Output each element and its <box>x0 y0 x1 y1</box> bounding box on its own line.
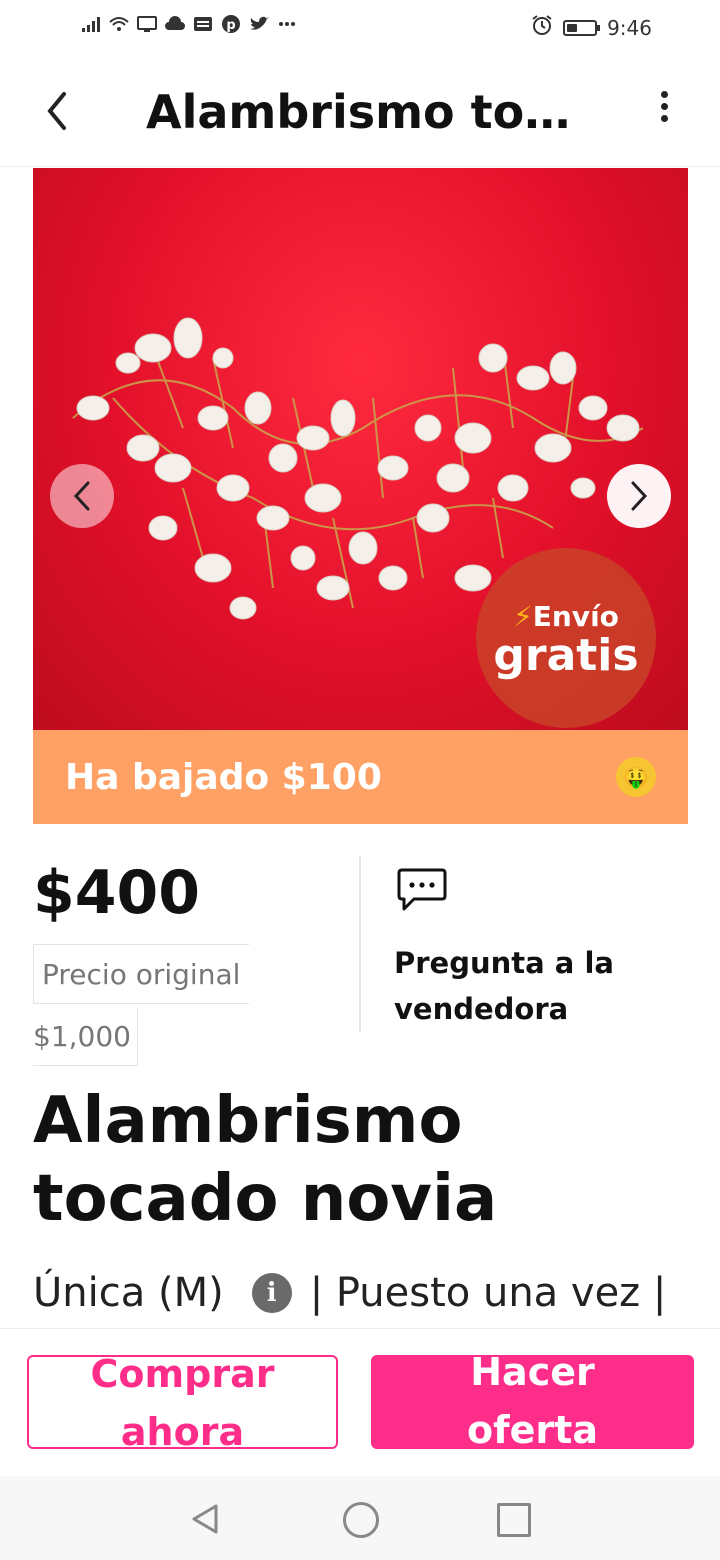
info-icon[interactable]: i <box>251 1273 292 1313</box>
pinterest-icon: p <box>220 14 242 34</box>
wifi-icon <box>108 14 130 34</box>
system-nav-bar <box>0 1476 720 1560</box>
twitter-icon <box>248 14 270 34</box>
status-icons-right: 9:46 <box>531 14 652 41</box>
buy-now-label-1: Comprar <box>90 1355 275 1396</box>
price-drop-text: Ha bajado $100 <box>65 756 382 798</box>
status-bar: p 9:46 <box>0 0 720 56</box>
screen-cast-icon <box>136 14 158 34</box>
cloud-icon <box>164 14 186 34</box>
size-label: Única (M) <box>33 1270 224 1316</box>
free-shipping-line1: Envío <box>532 600 619 633</box>
more-vert-icon <box>660 91 668 98</box>
free-shipping-badge: ⚡Envío gratis <box>476 548 656 728</box>
free-shipping-line2: gratis <box>493 630 639 681</box>
chat-bubble-icon[interactable] <box>396 866 448 914</box>
original-price-label: Precio original <box>33 944 249 1004</box>
nav-home-icon[interactable] <box>343 1502 379 1538</box>
overflow-menu-button[interactable] <box>646 86 682 136</box>
make-offer-button[interactable]: Hacer oferta <box>371 1355 694 1449</box>
lightning-icon: ⚡ <box>513 600 533 633</box>
nav-recents-icon[interactable] <box>497 1503 531 1537</box>
buy-now-button[interactable]: Comprar ahora <box>27 1355 338 1449</box>
more-dots-icon <box>276 14 298 34</box>
status-icons-left: p <box>80 14 298 34</box>
image-next-button[interactable] <box>607 464 671 528</box>
battery-icon <box>563 19 601 36</box>
news-icon <box>192 14 214 34</box>
make-offer-label-1: Hacer <box>470 1355 595 1394</box>
product-image[interactable]: ⚡Envío gratis <box>33 168 688 730</box>
back-button[interactable] <box>38 86 78 136</box>
product-details-line: Única (M) i | Puesto una vez | <box>33 1266 720 1320</box>
chevron-left-icon <box>47 92 66 130</box>
chevron-right-icon <box>631 481 648 511</box>
signal-icon <box>80 14 102 34</box>
buy-now-label-2: ahora <box>120 1410 245 1449</box>
nav-back-icon[interactable] <box>188 1502 222 1536</box>
money-face-emoji: 🤑 <box>616 757 656 797</box>
app-bar-title: Alambrismo tocado novia <box>146 85 586 139</box>
condition-label: | Puesto una vez | <box>309 1270 667 1316</box>
make-offer-label-2: oferta <box>467 1408 598 1449</box>
action-bar: Comprar ahora Hacer oferta <box>0 1328 720 1477</box>
original-price-value: $1,000 <box>33 1008 138 1066</box>
divider <box>359 856 361 1032</box>
current-price: $400 <box>33 858 200 928</box>
app-bar: Alambrismo tocado novia <box>0 56 720 167</box>
alarm-icon <box>531 14 553 41</box>
chevron-left-icon <box>73 481 90 511</box>
clock-time: 9:46 <box>607 15 652 40</box>
ask-seller-link[interactable]: Pregunta a la vendedora <box>394 940 654 1032</box>
price-drop-banner: Ha bajado $100 🤑 <box>33 730 688 824</box>
svg-text:p: p <box>226 18 235 33</box>
image-prev-button[interactable] <box>50 464 114 528</box>
product-title: Alambrismo tocado novia <box>33 1084 498 1236</box>
